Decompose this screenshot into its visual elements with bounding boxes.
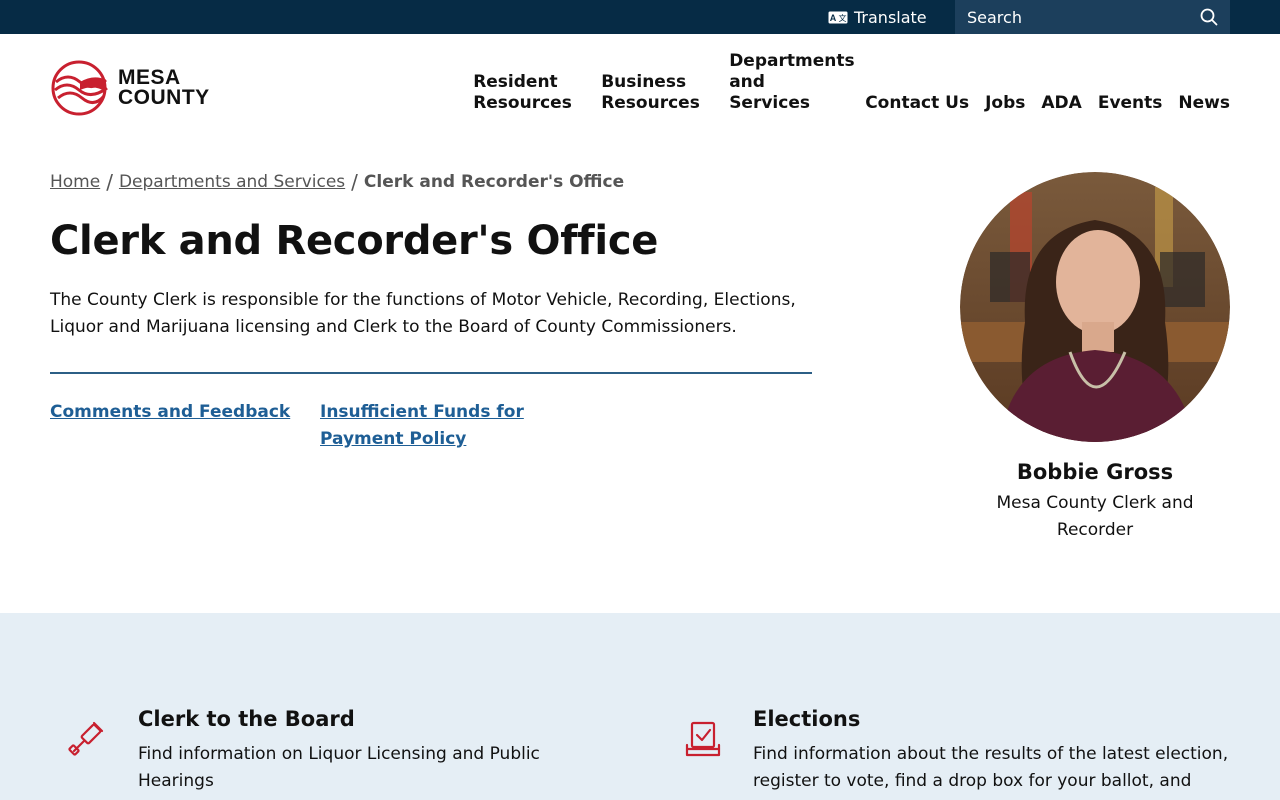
logo-wordmark: MESA COUNTY <box>118 66 210 109</box>
service-text: Elections Find information about the res… <box>753 705 1233 795</box>
nav-label-line-1: Business <box>601 72 687 92</box>
translate-icon: A 文 <box>828 11 848 23</box>
service-text: Clerk to the Board Find information on L… <box>138 705 568 795</box>
search-box <box>955 0 1230 34</box>
mesa-county-logo[interactable]: MESA COUNTY <box>50 60 210 116</box>
link-insufficient-funds-policy[interactable]: Insufficient Funds for Payment Policy <box>320 399 540 453</box>
breadcrumb-current: Clerk and Recorder's Office <box>363 172 625 192</box>
translate-label: Translate <box>854 7 927 27</box>
nav-jobs[interactable]: Jobs <box>985 93 1025 114</box>
svg-text:A: A <box>830 13 837 23</box>
service-title: Clerk to the Board <box>138 707 355 731</box>
nav-business-resources[interactable]: Business Resources <box>601 72 713 114</box>
nav-label-line-2: Resources <box>473 93 572 113</box>
breadcrumb-home[interactable]: Home <box>50 172 100 192</box>
logo-line-1: MESA <box>118 66 181 89</box>
official-role: Mesa County Clerk and Recorder <box>996 493 1194 540</box>
utility-bar: A 文 Translate <box>0 0 1280 34</box>
nav-news[interactable]: News <box>1178 93 1230 114</box>
nav-events[interactable]: Events <box>1098 93 1163 114</box>
gavel-icon <box>68 721 104 756</box>
search-input[interactable] <box>955 0 1188 34</box>
breadcrumb-departments[interactable]: Departments and Services <box>119 172 345 192</box>
ballot-box-icon <box>685 721 721 757</box>
nav-label-line-1: Departments <box>729 51 855 71</box>
search-icon <box>1200 8 1218 26</box>
main-navigation: Resident Resources Business Resources De… <box>473 51 1230 114</box>
svg-text:文: 文 <box>839 13 847 23</box>
service-title: Elections <box>753 707 861 731</box>
nav-resident-resources[interactable]: Resident Resources <box>473 72 585 114</box>
service-card-clerk-to-the-board[interactable]: Clerk to the Board Find information on L… <box>68 705 568 795</box>
official-profile: Bobbie Gross Mesa County Clerk and Recor… <box>960 172 1230 544</box>
translate-button[interactable]: A 文 Translate <box>828 0 927 34</box>
service-description: Find information about the results of th… <box>753 744 1229 791</box>
service-card-elections[interactable]: Elections Find information about the res… <box>683 705 1233 795</box>
nav-departments-and-services[interactable]: Departments and Services <box>729 51 854 114</box>
service-description: Find information on Liquor Licensing and… <box>138 744 540 791</box>
nav-label-line-2: Resources <box>601 93 700 113</box>
breadcrumb-separator: / <box>106 170 113 194</box>
page-intro: The County Clerk is responsible for the … <box>50 290 796 337</box>
portrait-photo <box>960 172 1230 442</box>
section-divider <box>50 372 812 374</box>
official-name: Bobbie Gross <box>1016 460 1174 484</box>
nav-ada[interactable]: ADA <box>1041 93 1081 114</box>
mesa-county-emblem-icon <box>51 60 108 116</box>
logo-line-2: COUNTY <box>118 86 210 109</box>
nav-label-line-1: Resident <box>473 72 558 92</box>
page-title: Clerk and Recorder's Office <box>50 218 659 264</box>
quick-links: Comments and Feedback Insufficient Funds… <box>50 399 540 453</box>
search-button[interactable] <box>1188 0 1230 34</box>
breadcrumb: Home / Departments and Services / Clerk … <box>50 170 624 194</box>
nav-contact-us[interactable]: Contact Us <box>865 93 969 114</box>
breadcrumb-separator: / <box>351 170 358 194</box>
nav-label-line-2: and Services <box>729 72 810 113</box>
link-comments-and-feedback[interactable]: Comments and Feedback <box>50 399 320 453</box>
